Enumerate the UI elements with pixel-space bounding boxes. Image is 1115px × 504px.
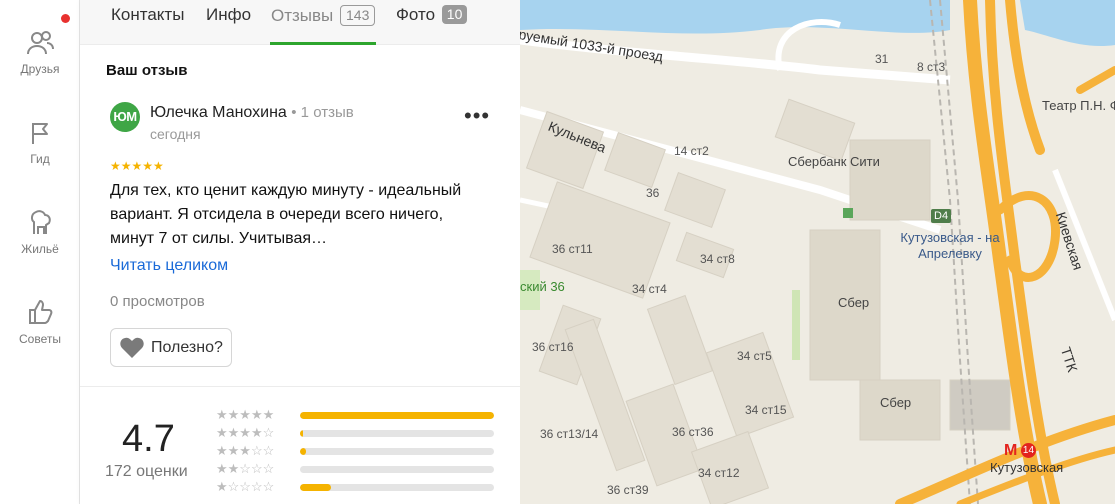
flag-icon: [32, 123, 48, 144]
building-number: 34 ст4: [632, 282, 667, 296]
useful-button[interactable]: Полезно?: [110, 328, 232, 367]
map-canvas: [520, 0, 1115, 504]
rating-bar: [300, 466, 494, 473]
building-number: 34 ст15: [745, 403, 787, 417]
organization-panel: Контакты Инфо Отзывы 143 Фото 10 Ваш отз…: [80, 0, 520, 504]
left-sidebar: Друзья Гид Жильё Советы: [0, 0, 80, 504]
sidebar-item-label: Друзья: [20, 62, 60, 76]
building-number: 36 ст13/14: [540, 427, 599, 441]
photos-count-badge: 10: [441, 5, 468, 24]
rating-bar: [300, 412, 494, 419]
review-stars: ★★★★★: [110, 159, 164, 173]
building-number: 36 ст36: [672, 425, 714, 439]
river-shape: [520, 0, 950, 34]
sidebar-item-label: Жильё: [21, 242, 59, 256]
building-number: 36 ст11: [552, 242, 593, 256]
building-number: 36: [646, 186, 660, 200]
useful-label: Полезно?: [151, 338, 223, 356]
review-date: сегодня: [150, 126, 201, 142]
building-number: 34 ст8: [700, 252, 735, 266]
map-view[interactable]: руемый 1033-й проезд Кульнева Киевская Т…: [520, 0, 1115, 504]
map-label: ский 36: [520, 279, 565, 294]
rating-row-stars: ★★☆☆☆: [216, 461, 275, 476]
building-number: 14 ст2: [674, 144, 709, 158]
building-number: 8 ст3: [917, 60, 946, 74]
rating-bar-fill: [300, 448, 306, 455]
tab-bar: Контакты Инфо Отзывы 143 Фото 10: [80, 0, 520, 45]
active-tab-indicator: [270, 42, 376, 45]
notification-dot: [61, 14, 70, 23]
rating-bar: [300, 430, 494, 437]
rating-bar: [300, 484, 494, 491]
rating-value: 4.7: [122, 418, 175, 460]
rating-row-stars: ★★★★★: [216, 407, 275, 422]
metro-station-kutuzovskaya[interactable]: М 14 Кутузовская: [990, 442, 1063, 475]
rating-row-stars: ★★★☆☆: [216, 443, 275, 458]
author-name[interactable]: Юлечка Манохина: [150, 104, 287, 121]
rating-bar-fill: [300, 484, 332, 491]
more-options-button[interactable]: •••: [464, 105, 490, 127]
sidebar-item-label: Гид: [30, 152, 50, 166]
map-label: Сбер: [880, 395, 912, 410]
sidebar-item-tips[interactable]: Советы: [0, 298, 80, 346]
map-label: Сбербанк Сити: [788, 154, 880, 169]
map-label: Сбер: [838, 295, 870, 310]
views-count: 0 просмотров: [110, 293, 205, 310]
metro-line-badge: 14: [1020, 443, 1036, 458]
building-number: 31: [875, 52, 889, 66]
building-number: 36 ст39: [607, 483, 649, 497]
reviews-count-badge: 143: [340, 5, 376, 26]
railway-d4-badge: D4: [931, 209, 952, 223]
heart-icon: [120, 337, 144, 358]
sidebar-item-label: Советы: [19, 332, 61, 346]
sidebar-item-housing[interactable]: Жильё: [0, 208, 80, 256]
thumbs-up-icon: [29, 300, 53, 324]
friends-icon: [27, 31, 54, 55]
sidebar-item-guide[interactable]: Гид: [0, 120, 80, 166]
map-label: Кутузовская - на Апрелевку: [900, 230, 1000, 261]
tab-photos[interactable]: Фото 10: [396, 5, 468, 25]
review-author-row: Юлечка Манохина • 1 отзыв: [150, 104, 354, 122]
building-number: 34 ст5: [737, 349, 772, 363]
rating-bar-fill: [300, 430, 303, 437]
housing-icon: [30, 210, 51, 234]
tab-info[interactable]: Инфо: [206, 5, 251, 25]
tab-contacts[interactable]: Контакты: [111, 5, 184, 25]
rating-row-stars: ★☆☆☆☆: [216, 479, 275, 494]
building-number: 34 ст12: [698, 466, 740, 480]
rating-row-stars: ★★★★☆: [216, 425, 275, 440]
rating-bar-fill: [300, 412, 494, 419]
map-label: Театр П.Н. Фом: [1042, 98, 1115, 113]
divider: [80, 386, 520, 387]
read-more-link[interactable]: Читать целиком: [110, 257, 228, 275]
review-text: Для тех, кто ценит каждую минуту - идеал…: [110, 182, 462, 247]
metro-icon: М: [1004, 442, 1018, 459]
rating-count: 172 оценки: [105, 463, 188, 480]
author-review-count: • 1 отзыв: [291, 104, 354, 121]
section-title: Ваш отзыв: [106, 62, 188, 79]
avatar[interactable]: ЮМ: [110, 102, 140, 132]
tab-reviews[interactable]: Отзывы 143: [271, 5, 376, 26]
park-icon: [843, 208, 853, 218]
metro-station-name: Кутузовская: [990, 460, 1064, 475]
sidebar-item-friends[interactable]: Друзья: [0, 30, 80, 76]
building-number: 36 ст16: [532, 340, 574, 354]
rating-bar: [300, 448, 494, 455]
